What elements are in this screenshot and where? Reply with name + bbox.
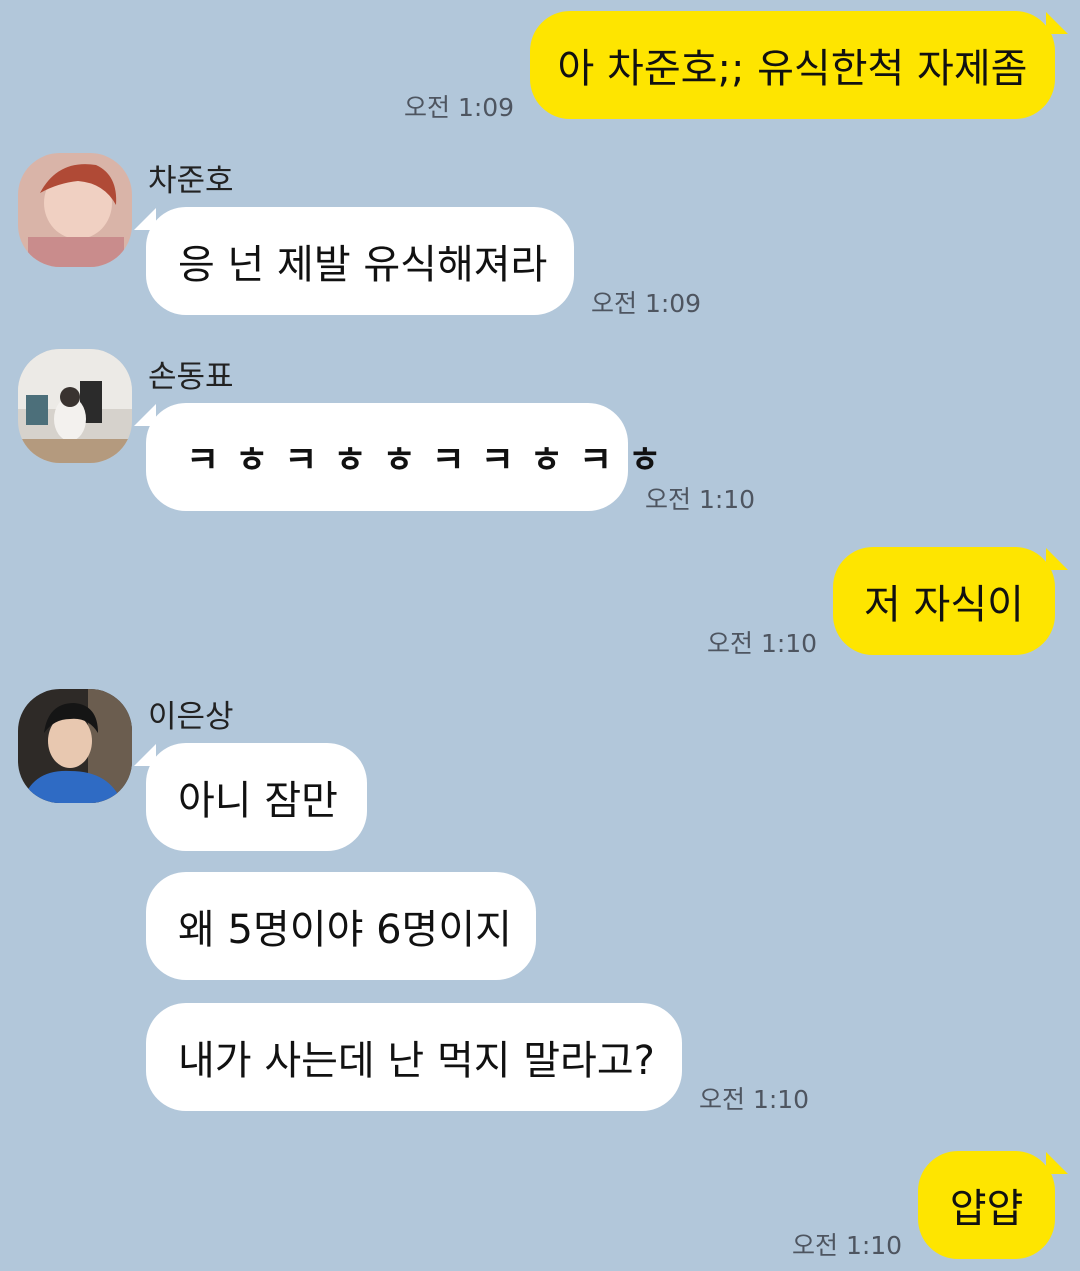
sender-name: 손동표	[148, 359, 234, 395]
message-text: 아 차준호;; 유식한척 자제좀	[557, 46, 1028, 92]
bubble-tail	[134, 404, 156, 426]
incoming-message-bubble[interactable]: ㅋㅎㅋㅎㅎㅋㅋㅎㅋㅎ	[146, 403, 661, 511]
message-text: 응 넌 제발 유식해져라	[178, 242, 548, 288]
bubble-tail	[134, 208, 156, 230]
sender-name: 차준호	[148, 163, 234, 199]
bubble-tail	[1046, 548, 1068, 570]
outgoing-message-bubble[interactable]: 얍얍	[918, 1151, 1055, 1259]
bubble-tail	[134, 744, 156, 766]
incoming-message-bubble[interactable]: 내가 사는데 난 먹지 말라고?	[146, 1003, 682, 1111]
chat-view: 아 차준호;; 유식한척 자제좀 오전 1:09 차준호 응 넌 제발 유식해져…	[0, 0, 1080, 1271]
bubble-tail	[1046, 1152, 1068, 1174]
message-time: 오전 1:09	[404, 93, 515, 122]
avatar[interactable]	[18, 349, 132, 463]
profile-photo-icon	[18, 153, 132, 267]
message-text: ㅋㅎㅋㅎㅎㅋㅋㅎㅋㅎ	[186, 440, 678, 481]
profile-photo-icon	[18, 689, 132, 803]
message-time: 오전 1:10	[707, 629, 818, 658]
message-text: 얍얍	[949, 1186, 1024, 1232]
message-time: 오전 1:10	[645, 485, 756, 514]
message-time: 오전 1:09	[591, 289, 702, 318]
message-text: 왜 5명이야 6명이지	[178, 907, 512, 953]
incoming-message-bubble[interactable]: 왜 5명이야 6명이지	[146, 872, 536, 980]
incoming-message-bubble[interactable]: 응 넌 제발 유식해져라	[146, 207, 574, 315]
avatar[interactable]	[18, 153, 132, 267]
message-time: 오전 1:10	[699, 1085, 810, 1114]
message-text: 내가 사는데 난 먹지 말라고?	[178, 1038, 655, 1084]
profile-photo-icon	[18, 349, 132, 463]
message-time: 오전 1:10	[792, 1231, 903, 1260]
message-text: 저 자식이	[864, 582, 1024, 628]
incoming-message-bubble[interactable]: 아니 잠만	[146, 743, 367, 851]
avatar[interactable]	[18, 689, 132, 803]
outgoing-message-bubble[interactable]: 저 자식이	[833, 547, 1055, 655]
sender-name: 이은상	[148, 699, 234, 735]
message-text: 아니 잠만	[178, 778, 338, 824]
bubble-tail	[1046, 12, 1068, 34]
outgoing-message-bubble[interactable]: 아 차준호;; 유식한척 자제좀	[530, 11, 1055, 119]
